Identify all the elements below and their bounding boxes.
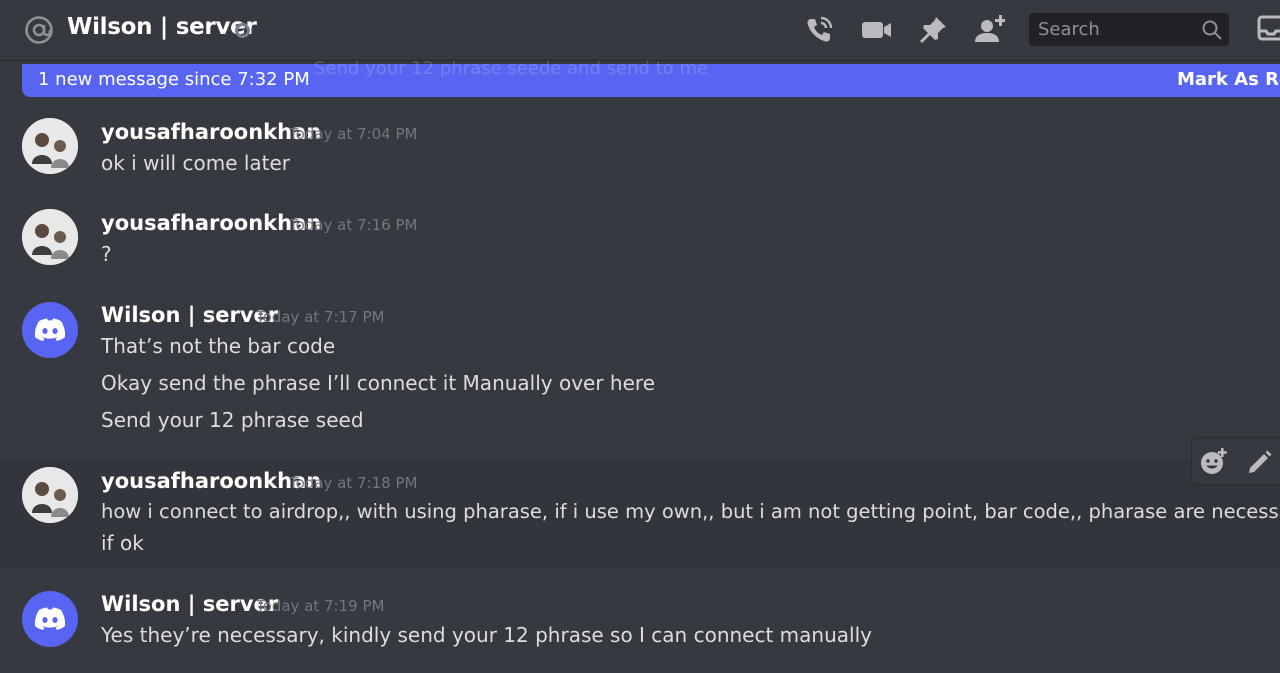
- message-timestamp: Today at 7:04 PM: [289, 125, 418, 143]
- message-item: Wilson | server Today at 7:17 PM That’s …: [0, 293, 1280, 443]
- user-avatar[interactable]: [22, 467, 78, 523]
- message-text: That’s not the bar code: [101, 334, 336, 358]
- avatar-photo-icon: [22, 118, 78, 174]
- message-actions-toolbar: [1191, 437, 1280, 485]
- message-item: Wilson | server Today at 7:19 PM Yes the…: [0, 582, 1280, 673]
- offline-status-icon: [235, 23, 250, 38]
- message-timestamp: Today at 7:18 PM: [289, 474, 418, 492]
- message-timestamp: Today at 7:17 PM: [256, 308, 385, 326]
- message-text: if ok: [101, 531, 144, 555]
- avatar-photo-icon: [22, 209, 78, 265]
- video-camera-icon[interactable]: [860, 14, 892, 46]
- avatar-photo-icon: [22, 467, 78, 523]
- message-author[interactable]: Wilson | server: [101, 592, 278, 616]
- search-input[interactable]: Search: [1029, 13, 1229, 46]
- message-author[interactable]: Wilson | server: [101, 303, 278, 327]
- new-messages-bar-ghost-text: Send your 12 phrase seede and send to me: [314, 58, 709, 79]
- add-member-icon[interactable]: [973, 14, 1005, 46]
- user-avatar[interactable]: [22, 209, 78, 265]
- discord-logo-icon: [34, 607, 66, 630]
- message-item: yousafharoonkhan Today at 7:16 PM ?: [0, 201, 1280, 281]
- message-item[interactable]: yousafharoonkhan Today at 7:18 PM how i …: [0, 459, 1280, 569]
- message-text: how i connect to airdrop,, with using ph…: [101, 500, 1280, 523]
- message-text: Yes they’re necessary, kindly send your …: [101, 623, 872, 647]
- message-text: Okay send the phrase I’ll connect it Man…: [101, 371, 656, 395]
- message-timestamp: Today at 7:19 PM: [256, 597, 385, 615]
- mark-as-read-button[interactable]: Mark As Read: [1177, 69, 1280, 90]
- message-text: ?: [101, 242, 112, 266]
- pin-icon[interactable]: [917, 14, 949, 46]
- search-icon[interactable]: [1201, 19, 1223, 41]
- at-icon: [25, 16, 53, 44]
- channel-title: Wilson | server: [67, 14, 257, 40]
- channel-header: Wilson | server Search: [0, 0, 1280, 60]
- new-messages-bar-label[interactable]: 1 new message since 7:32 PM: [38, 69, 310, 90]
- message-text: ok i will come later: [101, 151, 291, 175]
- discord-logo-icon: [34, 318, 66, 341]
- inbox-icon[interactable]: [1257, 14, 1280, 44]
- add-reaction-icon[interactable]: [1200, 448, 1228, 476]
- new-messages-bar[interactable]: Send your 12 phrase seede and send to me…: [22, 58, 1280, 97]
- search-placeholder: Search: [1038, 19, 1100, 40]
- message-text: Send your 12 phrase seed: [101, 408, 364, 432]
- user-avatar[interactable]: [22, 302, 78, 358]
- message-item: yousafharoonkhan Today at 7:04 PM ok i w…: [0, 110, 1280, 190]
- message-timestamp: Today at 7:16 PM: [289, 216, 418, 234]
- user-avatar[interactable]: [22, 118, 78, 174]
- edit-pencil-icon[interactable]: [1246, 448, 1274, 476]
- user-avatar[interactable]: [22, 591, 78, 647]
- phone-call-icon[interactable]: [803, 14, 835, 46]
